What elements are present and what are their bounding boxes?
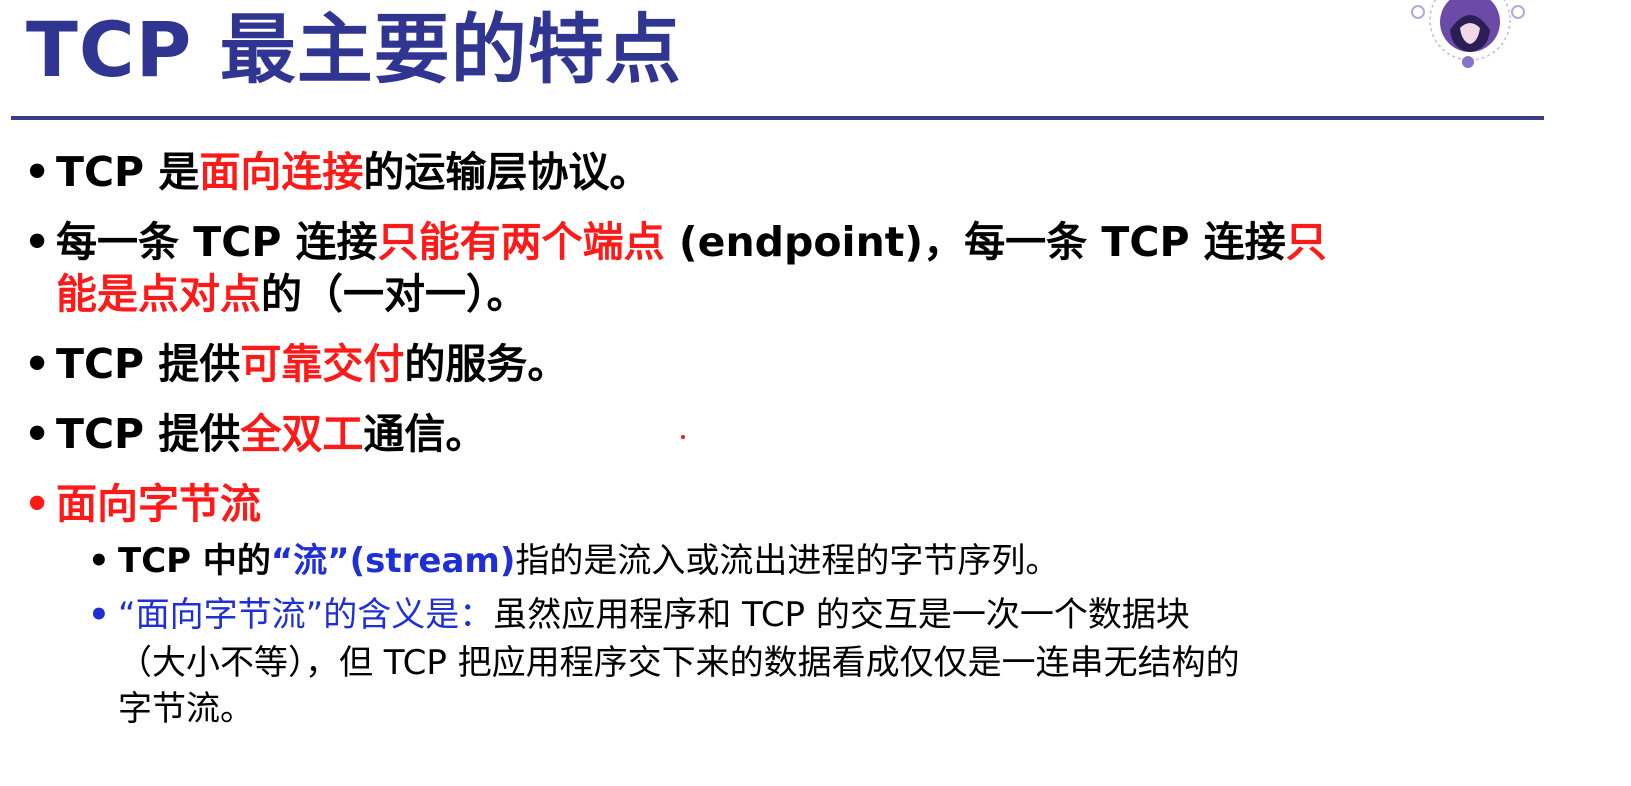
- bullet-2-dot: •: [24, 218, 51, 266]
- sub-bullet-1-text-b: 指的是流入或流出进程的字节序列。: [515, 541, 1060, 581]
- bullet-4-dot: •: [24, 410, 51, 458]
- sub-bullet-2-line-2: （大小不等），但 TCP 把应用程序交下来的数据看成仅仅是一连串无结构的: [118, 643, 1240, 683]
- bullet-1: TCP 是面向连接的运输层协议。: [56, 146, 650, 198]
- sub-bullet-1-highlight-a: “流”: [270, 541, 350, 581]
- bullet-1-dot: •: [24, 148, 51, 196]
- bullet-4-highlight: 全双工: [240, 410, 364, 458]
- bullet-2-text-c: 的（一对一）。: [261, 270, 528, 318]
- bullet-3: TCP 提供可靠交付的服务。: [56, 338, 568, 390]
- slide-title: TCP 最主要的特点: [26, 5, 682, 94]
- bullet-1-text-b: 的运输层协议。: [363, 148, 651, 196]
- sub-bullet-2-line-1: “面向字节流”的含义是：虽然应用程序和 TCP 的交互是一次一个数据块: [118, 592, 1190, 638]
- bullet-1-text-a: TCP 是: [56, 148, 200, 196]
- bullet-3-dot: •: [24, 340, 51, 388]
- red-dot-mark: [681, 435, 685, 439]
- bullet-3-text-b: 的服务。: [404, 340, 569, 388]
- title-divider: [11, 116, 1544, 120]
- sub-bullet-2-dot: •: [88, 595, 110, 635]
- bullet-2-highlight-b: 只: [1285, 218, 1327, 266]
- bullet-2-line-2: 能是点对点的（一对一）。: [56, 268, 528, 320]
- bullet-2-highlight-a: 只能有两个端点: [377, 218, 665, 266]
- bullet-4-text-a: TCP 提供: [56, 410, 241, 458]
- bullet-1-highlight: 面向连接: [199, 148, 364, 196]
- bullet-3-highlight: 可靠交付: [240, 340, 405, 388]
- bullet-2-text-a: 每一条 TCP 连接: [56, 218, 378, 266]
- sub-bullet-2-highlight: “面向字节流”的含义是：: [118, 595, 494, 635]
- bullet-2-highlight-c: 能是点对点: [56, 270, 261, 318]
- sub-bullet-2-line-3: 字节流。: [118, 689, 254, 729]
- avatar-seal-logo: [1411, 0, 1525, 68]
- sub-bullet-1-text-a: TCP 中的: [118, 541, 271, 581]
- bullet-3-text-a: TCP 提供: [56, 340, 241, 388]
- bullet-5: 面向字节流: [56, 480, 261, 528]
- sub-bullet-1-dot: •: [88, 541, 110, 581]
- bullet-2-text-b: (endpoint)，每一条 TCP 连接: [664, 218, 1286, 266]
- sub-bullet-2-text-a: 虽然应用程序和 TCP 的交互是一次一个数据块: [493, 595, 1190, 635]
- sub-bullet-1-highlight-b: (stream): [349, 541, 516, 581]
- bullet-5-dot: •: [24, 480, 51, 528]
- bullet-4: TCP 提供全双工通信。: [56, 408, 486, 460]
- sub-bullet-1: TCP 中的“流”(stream)指的是流入或流出进程的字节序列。: [118, 538, 1059, 584]
- bullet-2-line-1: 每一条 TCP 连接只能有两个端点 (endpoint)，每一条 TCP 连接只: [56, 216, 1327, 268]
- bullet-4-text-b: 通信。: [363, 410, 487, 458]
